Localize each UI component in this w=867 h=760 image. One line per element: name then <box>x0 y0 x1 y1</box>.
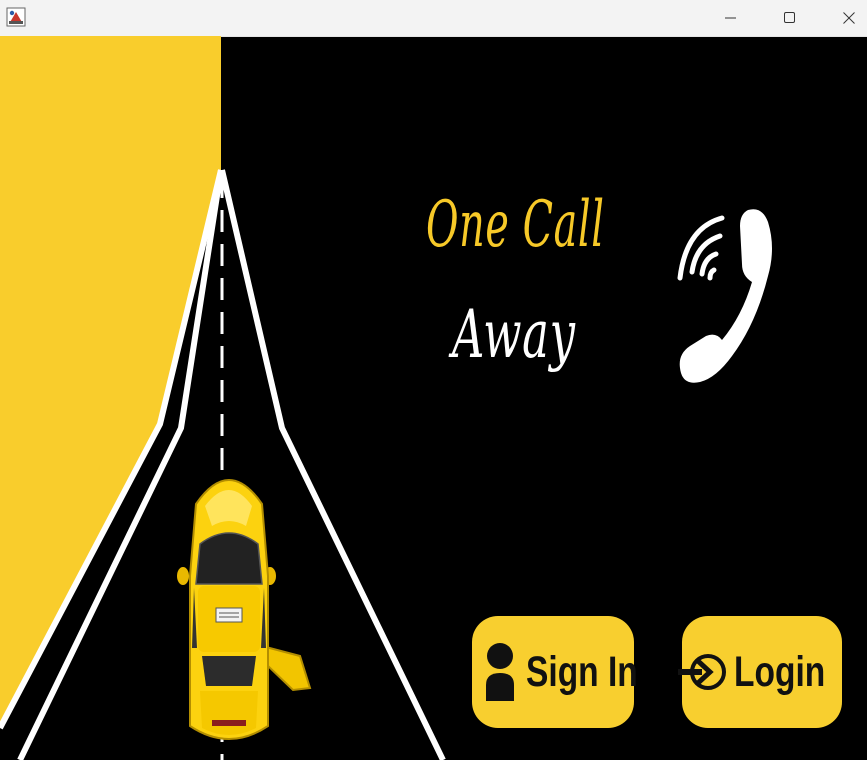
close-icon <box>843 12 855 24</box>
close-button[interactable] <box>826 0 867 36</box>
sign-in-label: Sign In <box>526 647 638 696</box>
sign-in-button[interactable]: Sign In <box>472 616 638 728</box>
java-app-icon <box>6 7 26 27</box>
maximize-button[interactable] <box>767 0 813 36</box>
minimize-button[interactable] <box>708 0 754 36</box>
headline-line-2: Away <box>452 296 576 373</box>
app-window: One Call Away Sign In Login <box>0 0 867 760</box>
minimize-icon <box>725 17 736 19</box>
login-icon <box>678 654 726 690</box>
title-bar <box>0 0 867 37</box>
user-icon <box>486 643 514 701</box>
login-label: Login <box>734 647 826 696</box>
welcome-scene: One Call Away Sign In Login <box>0 36 867 760</box>
headline-line-1: One Call <box>426 188 605 262</box>
phone-icon <box>677 209 772 383</box>
login-button[interactable]: Login <box>678 616 842 728</box>
maximize-icon <box>784 12 795 23</box>
taxi-car-illustration <box>177 479 312 740</box>
